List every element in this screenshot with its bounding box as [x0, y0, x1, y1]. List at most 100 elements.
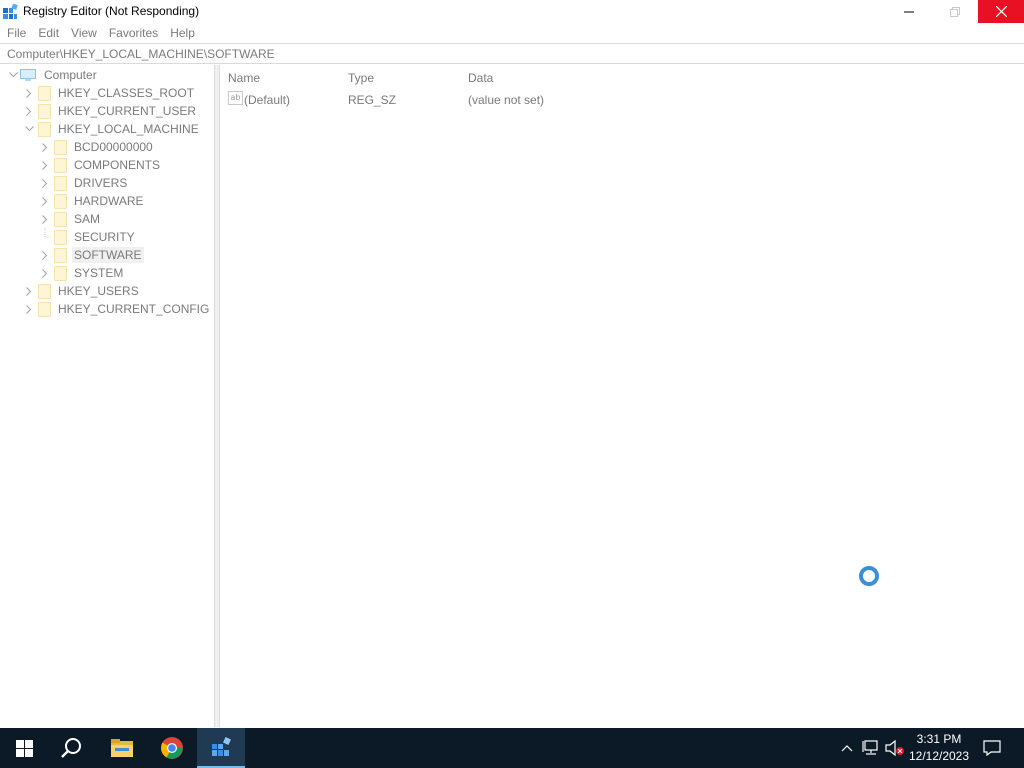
chevron-up-icon: [841, 745, 853, 752]
tree-connector: [38, 228, 52, 246]
chevron-right-icon[interactable]: [22, 84, 36, 102]
clock-date: 12/12/2023: [908, 749, 970, 763]
system-clock[interactable]: 3:31 PM 12/12/2023: [904, 731, 974, 765]
string-value-icon: ab: [228, 91, 243, 105]
tree-item-components[interactable]: COMPONENTS: [38, 156, 162, 174]
search-icon: [61, 738, 81, 758]
tree-item-bcd00000000[interactable]: BCD00000000: [38, 138, 155, 156]
close-button[interactable]: [978, 0, 1024, 23]
tree-label: DRIVERS: [74, 176, 128, 190]
folder-icon: [38, 85, 51, 101]
folder-icon: [54, 265, 67, 281]
chevron-down-icon[interactable]: [22, 120, 36, 138]
volume-muted-icon: [885, 740, 904, 756]
tree-item-hardware[interactable]: HARDWARE: [38, 192, 146, 210]
notifications-button[interactable]: [978, 728, 1006, 768]
folder-icon: [38, 301, 51, 317]
tree-label: HKEY_CURRENT_USER: [58, 104, 197, 118]
tree-label: BCD00000000: [74, 140, 153, 154]
menu-file[interactable]: File: [0, 25, 32, 43]
regedit-icon: [2, 3, 18, 20]
chrome-icon: [161, 737, 183, 759]
chevron-right-icon[interactable]: [38, 210, 52, 228]
tree-label: HARDWARE: [74, 194, 144, 208]
folder-icon: [54, 229, 67, 245]
clock-time: 3:31 PM: [916, 732, 962, 746]
volume-button[interactable]: [884, 728, 906, 768]
tree-label: SAM: [74, 212, 101, 226]
tree-item-hkey-local-machine[interactable]: HKEY_LOCAL_MACHINE: [22, 120, 201, 138]
chevron-right-icon[interactable]: [38, 156, 52, 174]
tree-label: HKEY_LOCAL_MACHINE: [58, 122, 199, 136]
value-type: REG_SZ: [348, 93, 397, 107]
folder-icon: [54, 193, 67, 209]
menu-view[interactable]: View: [65, 25, 103, 43]
window-title: Registry Editor (Not Responding): [23, 4, 200, 18]
chevron-right-icon[interactable]: [38, 264, 52, 282]
tree-label: COMPONENTS: [74, 158, 161, 172]
menu-help[interactable]: Help: [164, 25, 201, 43]
tree-item-software[interactable]: SOFTWARE: [38, 246, 144, 264]
chevron-right-icon[interactable]: [22, 300, 36, 318]
address-path[interactable]: Computer\HKEY_LOCAL_MACHINE\SOFTWARE: [7, 47, 275, 61]
tree-item-drivers[interactable]: DRIVERS: [38, 174, 129, 192]
folder-icon: [54, 175, 67, 191]
key-tree[interactable]: Computer HKEY_CLASSES_ROOT HKEY_CURRENT_…: [0, 65, 215, 727]
menu-edit[interactable]: Edit: [32, 25, 65, 43]
chevron-right-icon[interactable]: [22, 102, 36, 120]
search-button[interactable]: [48, 728, 96, 768]
tree-label: SECURITY: [74, 230, 135, 244]
chevron-right-icon[interactable]: [38, 246, 52, 264]
tree-item-sam[interactable]: SAM: [38, 210, 102, 228]
notification-icon: [983, 740, 1001, 756]
show-hidden-icons-button[interactable]: [838, 728, 856, 768]
value-name[interactable]: (Default): [244, 93, 290, 107]
menu-favorites[interactable]: Favorites: [103, 25, 164, 43]
folder-icon: [38, 103, 51, 119]
minimize-button[interactable]: [886, 0, 932, 23]
tree-item-hkey-classes-root[interactable]: HKEY_CLASSES_ROOT: [22, 84, 196, 102]
folder-icon: [54, 157, 67, 173]
network-icon: [862, 740, 878, 755]
close-icon: [995, 6, 1007, 17]
value-data: (value not set): [468, 93, 545, 107]
start-button[interactable]: [0, 728, 48, 768]
folder-open-icon: [38, 121, 51, 137]
title-bar[interactable]: Registry Editor (Not Responding): [0, 0, 1024, 24]
tree-item-hkey-current-user[interactable]: HKEY_CURRENT_USER: [22, 102, 198, 120]
tree-label: Computer: [44, 68, 97, 82]
regedit-icon: [212, 737, 231, 756]
regedit-taskbar-button[interactable]: [197, 728, 245, 768]
chevron-down-icon[interactable]: [6, 66, 20, 84]
chevron-right-icon[interactable]: [38, 192, 52, 210]
folder-icon: [54, 139, 67, 155]
chrome-button[interactable]: [148, 728, 196, 768]
tree-item-computer[interactable]: Computer: [6, 66, 99, 84]
chevron-right-icon[interactable]: [22, 282, 36, 300]
folder-icon: [54, 211, 67, 227]
tree-label: SYSTEM: [74, 266, 124, 280]
tree-item-hkey-users[interactable]: HKEY_USERS: [22, 282, 141, 300]
menu-bar: File Edit View Favorites Help: [0, 24, 1024, 43]
computer-icon: [20, 68, 36, 82]
chevron-right-icon[interactable]: [38, 174, 52, 192]
value-list[interactable]: Name Type Data ab (Default) REG_SZ (valu…: [221, 65, 1024, 727]
chevron-right-icon[interactable]: [38, 138, 52, 156]
folder-icon: [54, 247, 67, 263]
tree-label: HKEY_CURRENT_CONFIG: [58, 302, 210, 316]
column-header-type[interactable]: Type: [348, 71, 374, 85]
tree-item-security[interactable]: SECURITY: [38, 228, 137, 246]
file-explorer-button[interactable]: [98, 728, 146, 768]
column-header-data[interactable]: Data: [468, 71, 493, 85]
busy-cursor-icon: [859, 566, 879, 586]
column-header-name[interactable]: Name: [228, 71, 260, 85]
address-bar[interactable]: Computer\HKEY_LOCAL_MACHINE\SOFTWARE: [0, 43, 1024, 64]
tree-label: SOFTWARE: [72, 247, 144, 263]
start-icon: [15, 739, 33, 757]
restore-button[interactable]: [932, 0, 978, 23]
folder-icon: [38, 283, 51, 299]
pane-splitter[interactable]: [215, 65, 220, 727]
tree-item-system[interactable]: SYSTEM: [38, 264, 125, 282]
network-button[interactable]: [860, 728, 882, 768]
tree-item-hkey-current-config[interactable]: HKEY_CURRENT_CONFIG: [22, 300, 211, 318]
